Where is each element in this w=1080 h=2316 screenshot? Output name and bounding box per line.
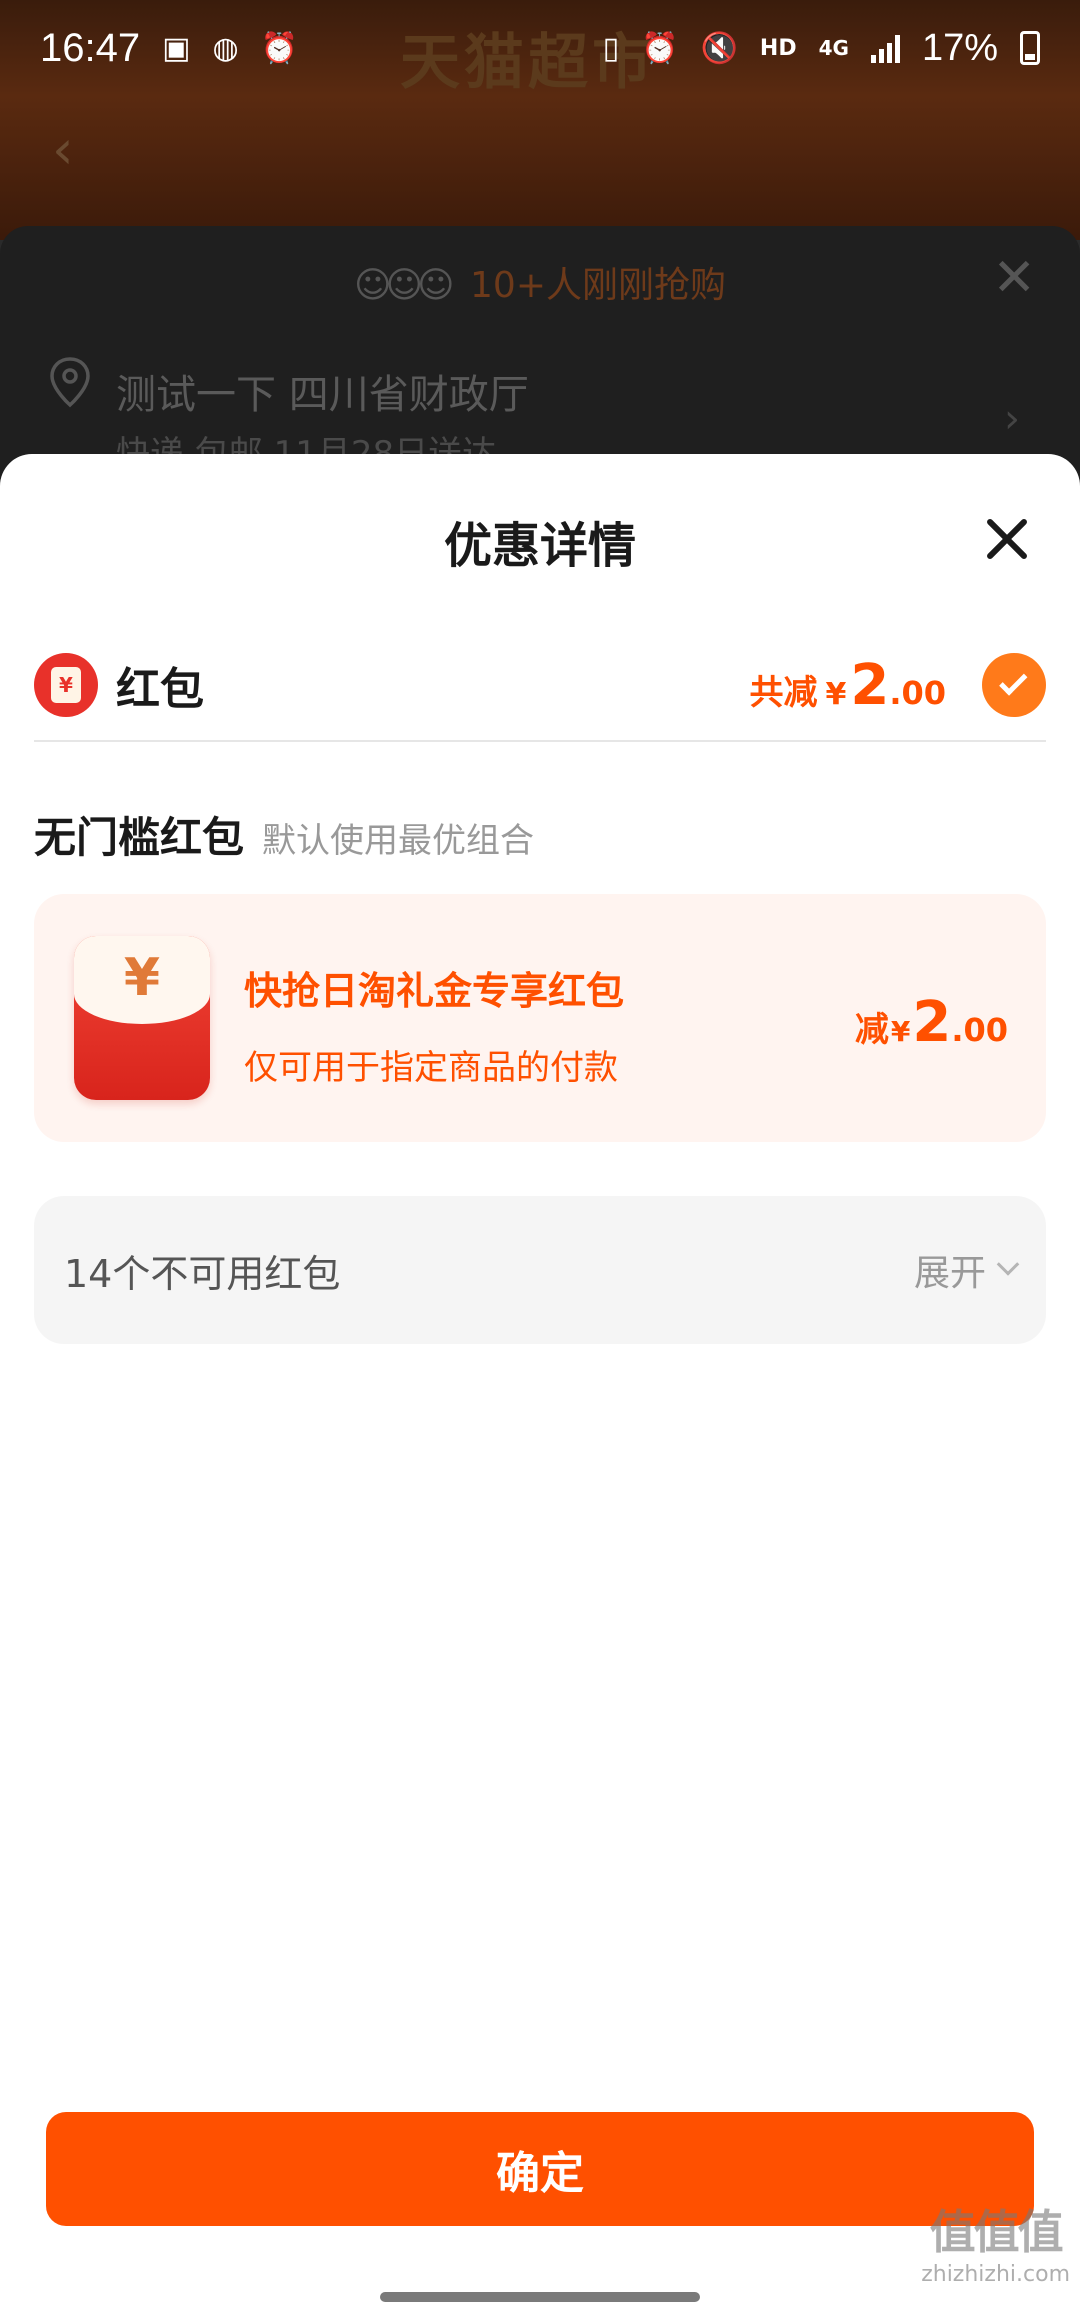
total-discount-decimal: .00 (889, 673, 946, 712)
watermark-logo: 值值值 (929, 2205, 1064, 2259)
divider (34, 740, 1046, 742)
select-all-checkbox[interactable] (982, 653, 1046, 717)
watermark: 值值值 zhizhizhi.com (921, 2196, 1070, 2287)
signal-icon (870, 33, 900, 63)
red-packet-summary: ¥ 红包 共减 ¥ 2 .00 (34, 630, 1046, 740)
gallery-icon: ▣ (162, 30, 191, 66)
promo-text: 10+人刚刚抢购 (470, 265, 727, 306)
red-envelope-icon: ¥ (74, 936, 210, 1100)
modal-title: 优惠详情 (443, 518, 636, 574)
home-indicator[interactable] (380, 2292, 700, 2302)
network-4g-icon: 4G (818, 36, 849, 60)
coupon-name: 快抢日淘礼金专享红包 (244, 969, 625, 1013)
unavailable-count: 14个不可用红包 (64, 1251, 341, 1296)
battery-percent: 17% (921, 26, 998, 69)
checkmark-icon (999, 667, 1028, 696)
promo-banner: ☺☺☺ 10+人刚刚抢购 (0, 256, 1080, 308)
coupon-amount-integer: 2 (912, 990, 952, 1055)
total-discount: 共减 ¥ 2 .00 (749, 653, 946, 718)
coupon-amount-decimal: .00 (951, 1011, 1008, 1049)
alarm-icon: ⏰ (260, 30, 299, 66)
back-icon: ‹ (52, 118, 74, 181)
currency-symbol: ¥ (890, 1015, 911, 1048)
close-icon[interactable] (984, 516, 1030, 562)
alarm-icon: ⏰ (641, 30, 679, 66)
location-pin-icon (50, 357, 90, 408)
coupon-description: 仅可用于指定商品的付款 (244, 1048, 618, 1088)
section-header: 无门槛红包 默认使用最优组合 (34, 804, 534, 865)
summary-label: 红包 (116, 664, 204, 715)
red-packet-icon: ¥ (34, 653, 98, 717)
hd-icon: HD (759, 35, 797, 61)
coupon-card[interactable]: ¥ 快抢日淘礼金专享红包 仅可用于指定商品的付款 减 ¥ 2 .00 (34, 894, 1046, 1142)
total-discount-integer: 2 (850, 652, 890, 718)
chevron-down-icon (996, 1253, 1020, 1276)
coupon-detail-sheet: 优惠详情 ¥ 红包 共减 ¥ 2 .00 无门槛红包 默认使用最优组合 ¥ 快抢… (0, 454, 1080, 2264)
status-time: 16:47 (40, 25, 141, 70)
mute-icon: 🔇 (700, 30, 738, 66)
currency-symbol: ¥ (825, 676, 847, 712)
sheet-close-icon: ✕ (992, 248, 1036, 308)
buyer-avatars-icon: ☺☺☺ (353, 265, 455, 306)
battery-icon (1020, 31, 1040, 65)
watermark-url: zhizhizhi.com (921, 2262, 1070, 2287)
total-discount-prefix: 共减 (749, 672, 818, 713)
coupon-amount: 减 ¥ 2 .00 (855, 990, 1008, 1055)
status-bar: 16:47 ▣ ◍ ⏰ ▯ ⏰ 🔇 HD 4G 17% (0, 0, 1080, 96)
expand-toggle[interactable]: 展开 (913, 1244, 1020, 1296)
coupon-amount-prefix: 减 (854, 1010, 889, 1050)
system-nav-bar (0, 2264, 1080, 2316)
expand-label: 展开 (913, 1253, 986, 1294)
section-title: 无门槛红包 (34, 813, 245, 862)
delivery-address: 测试一下 四川省财政厅 (116, 372, 529, 418)
unavailable-coupons-row[interactable]: 14个不可用红包 展开 (34, 1196, 1046, 1344)
wechat-icon: ◍ (212, 30, 239, 66)
battery-saver-icon: ▯ (602, 30, 620, 66)
section-hint: 默认使用最优组合 (262, 821, 535, 861)
chevron-right-icon: › (1004, 396, 1020, 442)
confirm-button[interactable]: 确定 (46, 2112, 1034, 2226)
background-order-sheet: ☺☺☺ 10+人刚刚抢购 ✕ 测试一下 四川省财政厅 快递 包邮 11月28日送… (0, 226, 1080, 486)
